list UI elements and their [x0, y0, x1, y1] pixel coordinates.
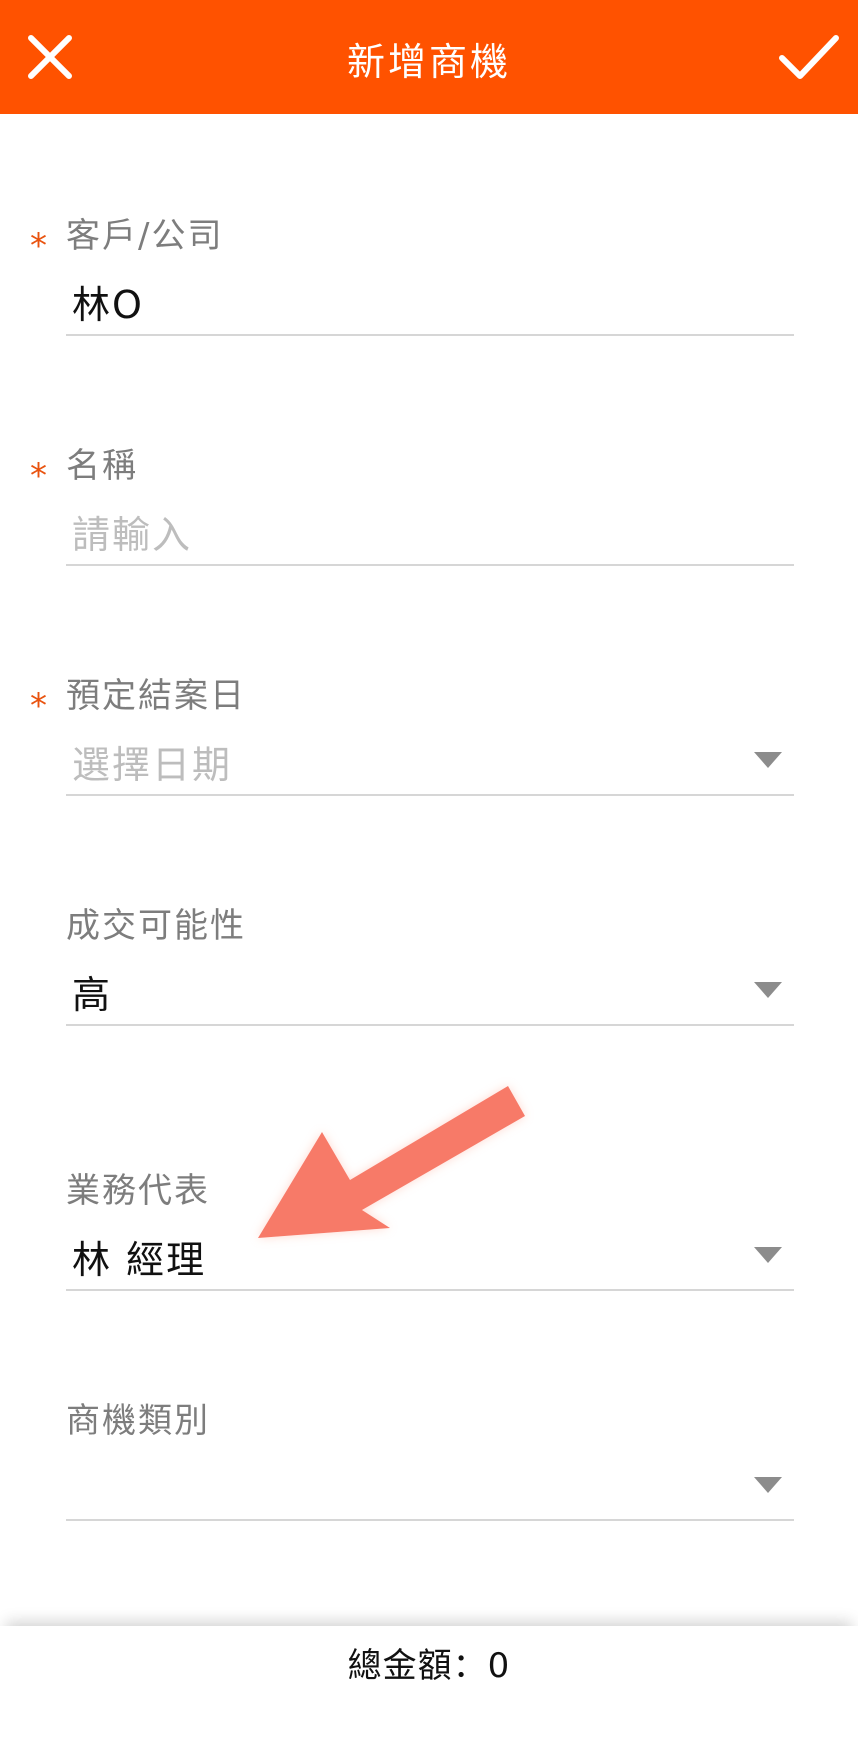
- page-title: 新增商機: [346, 40, 511, 84]
- field-underline: [66, 1289, 794, 1291]
- close-date-field[interactable]: * 預定結案日 選擇日期: [0, 668, 858, 868]
- sales-rep-select[interactable]: 林 經理: [72, 1229, 206, 1284]
- sales-rep-label: 業務代表: [66, 1171, 210, 1211]
- name-input[interactable]: 請輸入: [72, 504, 192, 559]
- customer-value[interactable]: 林O: [72, 274, 144, 329]
- close-date-label: 預定結案日: [66, 676, 246, 716]
- close-date-picker[interactable]: 選擇日期: [72, 734, 232, 789]
- probability-field[interactable]: 成交可能性 高: [0, 898, 858, 1098]
- customer-label: 客戶/公司: [66, 216, 224, 256]
- required-mark: *: [30, 686, 47, 726]
- category-label: 商機類別: [66, 1401, 210, 1441]
- total-amount: 總金額：0: [347, 1646, 511, 1686]
- header-bar: 新增商機: [0, 0, 858, 114]
- check-icon: [779, 35, 839, 79]
- required-mark: *: [30, 456, 47, 496]
- field-underline: [66, 1519, 794, 1521]
- field-underline: [66, 1024, 794, 1026]
- category-field[interactable]: 商機類別: [0, 1393, 858, 1593]
- dropdown-arrow-icon[interactable]: [754, 752, 782, 768]
- field-underline: [66, 794, 794, 796]
- name-label: 名稱: [66, 446, 138, 486]
- required-mark: *: [30, 226, 47, 266]
- dropdown-arrow-icon[interactable]: [754, 1477, 782, 1493]
- customer-field[interactable]: * 客戶/公司 林O: [0, 208, 858, 408]
- field-underline: [66, 564, 794, 566]
- footer-bar: 總金額：0: [0, 1626, 858, 1744]
- dropdown-arrow-icon[interactable]: [754, 1247, 782, 1263]
- field-underline: [66, 334, 794, 336]
- probability-label: 成交可能性: [66, 906, 246, 946]
- name-field[interactable]: * 名稱 請輸入: [0, 438, 858, 638]
- confirm-button[interactable]: [774, 27, 844, 87]
- probability-select[interactable]: 高: [72, 964, 112, 1019]
- sales-rep-field[interactable]: 業務代表 林 經理: [0, 1163, 858, 1363]
- dropdown-arrow-icon[interactable]: [754, 982, 782, 998]
